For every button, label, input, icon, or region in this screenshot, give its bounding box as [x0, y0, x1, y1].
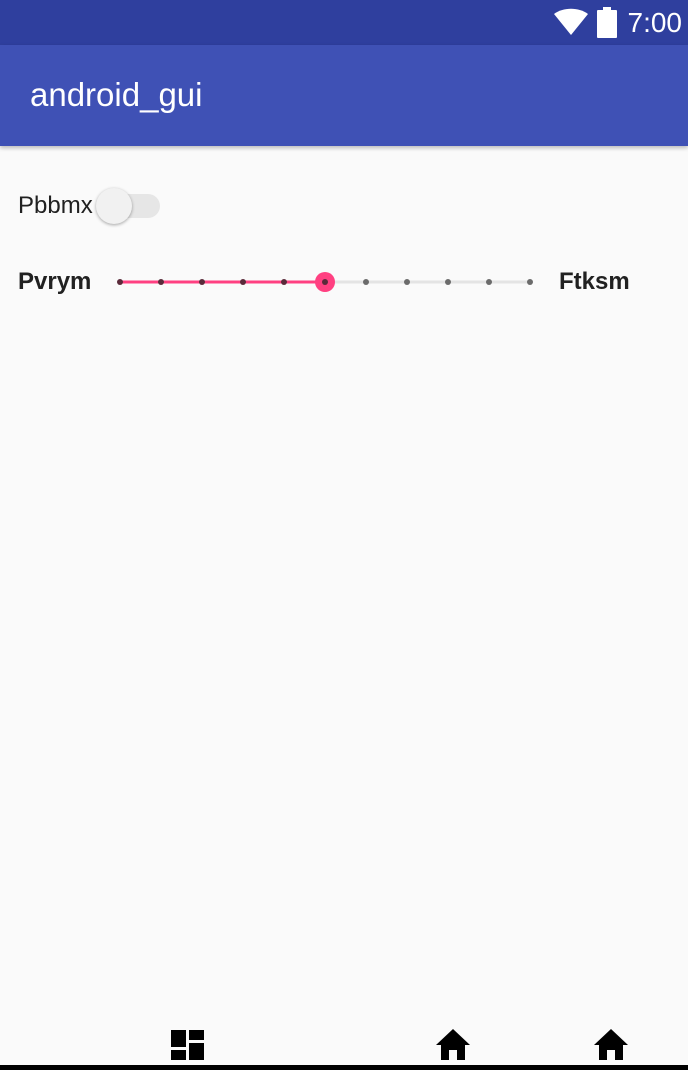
slider-row: Pvrym Ftksm: [0, 260, 688, 306]
bottom-nav: [0, 1020, 688, 1070]
slider-min-label: Pvrym: [18, 268, 92, 295]
status-bar: 7:00: [0, 0, 688, 45]
slider-tick: [404, 279, 410, 285]
switch-label: Pbbmx: [18, 192, 93, 219]
slider-tick: [363, 279, 369, 285]
navigation-bar: [0, 1065, 688, 1070]
slider-thumb-tick: [322, 279, 328, 285]
slider-tick: [117, 279, 123, 285]
dashboard-icon[interactable]: [169, 1028, 205, 1062]
status-time: 7:00: [627, 7, 683, 38]
wifi-icon: [554, 8, 588, 35]
home-icon[interactable]: [593, 1028, 629, 1062]
app-title: android_gui: [30, 76, 203, 113]
switch-thumb[interactable]: [96, 188, 132, 224]
switch-row[interactable]: Pbbmx: [0, 180, 688, 232]
slider-tick: [445, 279, 451, 285]
slider-tick: [240, 279, 246, 285]
home-icon[interactable]: [435, 1028, 471, 1062]
slider-tick: [281, 279, 287, 285]
discrete-slider[interactable]: [112, 260, 542, 306]
slider-tick: [527, 279, 533, 285]
battery-icon: [597, 7, 617, 38]
slider-max-label: Ftksm: [559, 268, 630, 295]
app-bar: android_gui: [0, 45, 688, 146]
slider-tick: [199, 279, 205, 285]
slider-tick: [486, 279, 492, 285]
slider-tick: [158, 279, 164, 285]
